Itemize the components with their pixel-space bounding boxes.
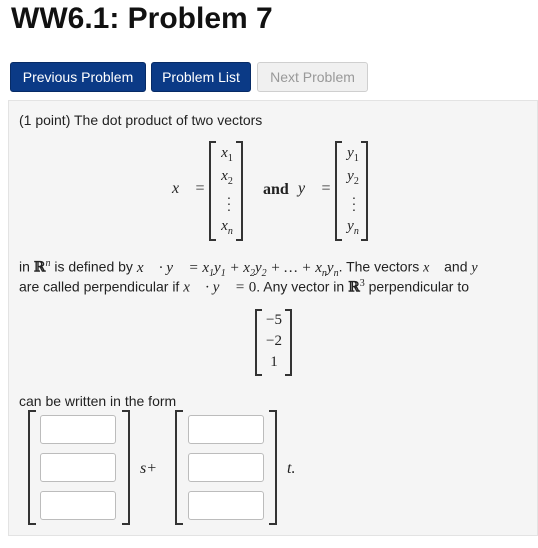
- s-plus-label: s+: [140, 460, 158, 477]
- answer-s-1-input[interactable]: [40, 415, 116, 444]
- y-entry-1: y1: [347, 145, 359, 164]
- answer-t-1-input[interactable]: [188, 415, 264, 444]
- and-word: and: [263, 181, 289, 198]
- t-label: t.: [287, 460, 296, 477]
- definition-line-1: in ℝn is defined by x⃗ · y⃗ = x1y1 + x2y…: [19, 258, 489, 279]
- dot-product-formula: x⃗ · y⃗ = x1y1 + x2y2 + … + xnyn: [136, 259, 339, 279]
- problem-intro: (1 point) The dot product of two vectors: [19, 112, 263, 128]
- previous-problem-button[interactable]: Previous Problem: [10, 62, 146, 92]
- answer-s-3-input[interactable]: [40, 491, 116, 520]
- y-vdots: · · ·: [351, 189, 357, 217]
- x-entry-1: x1: [221, 145, 233, 164]
- x-entry-2: x2: [221, 168, 233, 187]
- x-entry-n: xn: [221, 218, 233, 237]
- x-vector-label: x⃗ =: [172, 180, 205, 197]
- definition-line-2: are called perpendicular if x⃗ · y⃗ = 0.…: [19, 278, 470, 296]
- answer-t-2-input[interactable]: [188, 453, 264, 482]
- given-entry-2: −2: [266, 333, 282, 349]
- given-entry-1: −5: [266, 312, 282, 328]
- given-entry-3: 1: [270, 354, 278, 370]
- next-problem-button[interactable]: Next Problem: [257, 62, 368, 92]
- y-entry-2: y2: [347, 168, 359, 187]
- y-entry-n: yn: [347, 218, 359, 237]
- answer-t-3-input[interactable]: [188, 491, 264, 520]
- x-vdots: · · ·: [226, 189, 232, 217]
- answer-s-2-input[interactable]: [40, 453, 116, 482]
- page-title: WW6.1: Problem 7: [11, 2, 273, 35]
- problem-list-button[interactable]: Problem List: [151, 62, 251, 92]
- y-vector-label: y⃗ =: [298, 180, 331, 197]
- form-text: can be written in the form: [19, 393, 177, 409]
